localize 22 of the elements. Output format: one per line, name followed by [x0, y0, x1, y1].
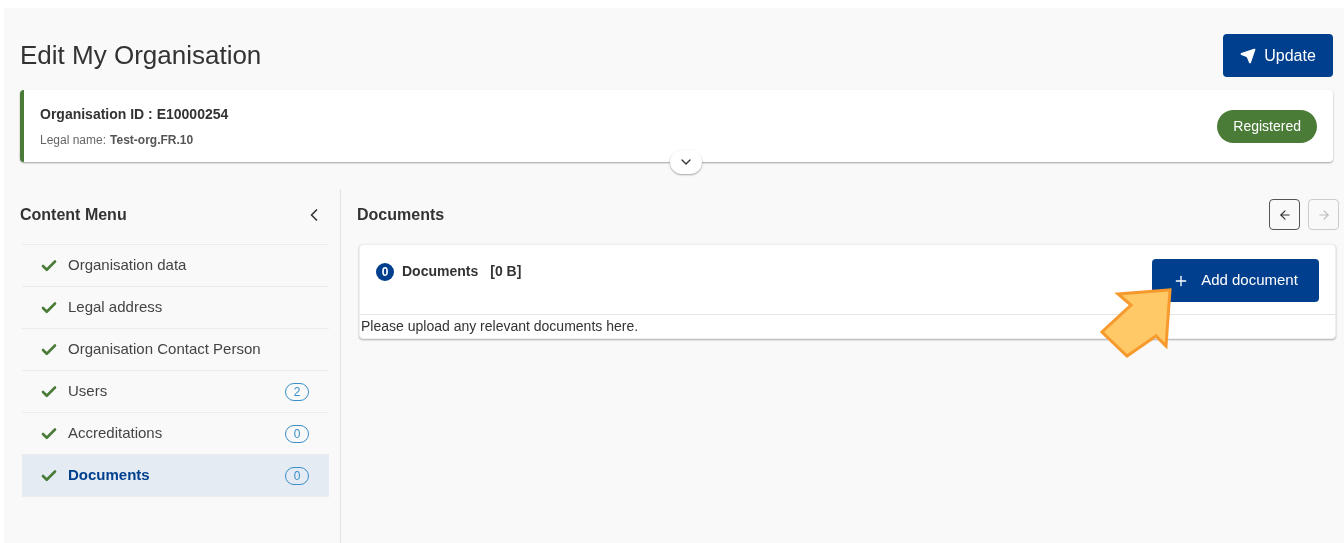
- send-icon: [1240, 47, 1257, 64]
- add-document-button[interactable]: Add document: [1152, 259, 1319, 302]
- menu-item[interactable]: Organisation Contact Person: [22, 329, 329, 371]
- status-badge: Registered: [1217, 109, 1317, 143]
- documents-title: Documents: [402, 262, 479, 281]
- documents-size: [0 B]: [490, 262, 522, 281]
- documents-description: Please upload any relevant documents here.: [360, 317, 640, 336]
- page-title: Edit My Organisation: [20, 39, 262, 72]
- section-title: Documents: [357, 204, 445, 225]
- previous-button[interactable]: [1269, 199, 1300, 230]
- update-button[interactable]: Update: [1223, 34, 1333, 77]
- sidebar-title: Content Menu: [20, 204, 127, 225]
- legal-name-label: Legal name:: [40, 131, 107, 149]
- menu-item[interactable]: Legal address: [22, 287, 329, 329]
- menu-item[interactable]: Organisation data: [22, 245, 329, 287]
- expand-button[interactable]: [670, 150, 702, 174]
- organisation-id: Organisation ID : E10000254: [40, 104, 229, 124]
- legal-name: Test-org.FR.10: [110, 131, 194, 149]
- count-badge: 0: [376, 262, 394, 281]
- menu-item[interactable]: Documents 0: [22, 455, 329, 497]
- pointer-arrow-drawing: [1100, 288, 1172, 358]
- menu-item[interactable]: Users 2: [22, 371, 329, 413]
